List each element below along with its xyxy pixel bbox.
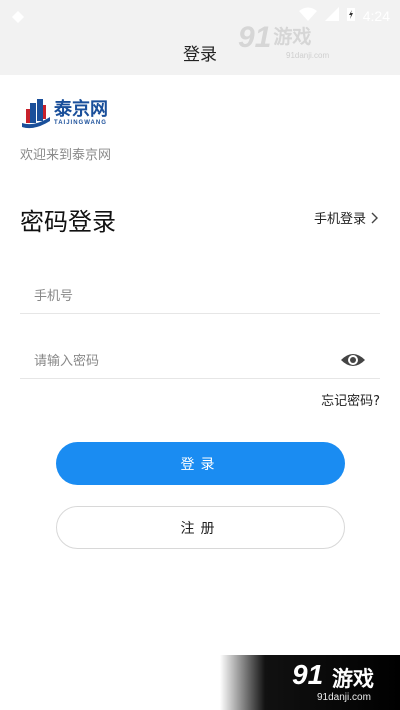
logo: 泰京网 TAIJINGWANG [20, 97, 120, 131]
watermark-domain: 91danji.com [286, 51, 330, 60]
phone-input[interactable] [32, 283, 326, 309]
watermark-bottom: 91 游戏 91danji.com [220, 655, 400, 710]
watermark-brand: 游戏 [273, 26, 312, 48]
phone-login-label: 手机登录 [313, 212, 366, 227]
watermark-bottom-domain: 91danji.com [317, 692, 371, 703]
logo-icon [22, 99, 50, 129]
watermark-number: 91 [238, 21, 272, 54]
page-title: 登录 [183, 45, 217, 65]
login-title: 密码登录 [20, 208, 116, 236]
logo-name: 泰京网 [54, 99, 108, 120]
welcome-text: 欢迎来到泰京网 [20, 148, 112, 163]
status-time: 4:24 [362, 7, 390, 24]
battery-charging-icon [346, 6, 355, 25]
forgot-password-link[interactable]: 忘记密码? [321, 390, 380, 409]
register-button[interactable]: 注册 [56, 506, 345, 549]
signal-icon [324, 6, 339, 25]
nav-bar: 登录 [0, 28, 400, 75]
logo-subtitle: TAIJINGWANG [54, 120, 107, 126]
watermark-bottom-brand: 游戏 [332, 667, 374, 691]
password-field [20, 338, 380, 379]
password-input[interactable] [32, 348, 326, 374]
watermark-bottom-number: 91 [292, 659, 324, 690]
status-bar: 4:24 [0, 0, 400, 28]
notification-icon [12, 8, 24, 23]
phone-login-link[interactable]: 手机登录 [314, 208, 378, 227]
watermark-top: 91 游戏 91danji.com [238, 21, 329, 64]
login-button-label: 登录 [180, 456, 221, 473]
login-button[interactable]: 登录 [56, 442, 345, 485]
chevron-right-icon [371, 212, 378, 223]
phone-field [20, 273, 380, 314]
eye-icon[interactable] [340, 351, 366, 369]
register-button-label: 注册 [180, 520, 221, 537]
